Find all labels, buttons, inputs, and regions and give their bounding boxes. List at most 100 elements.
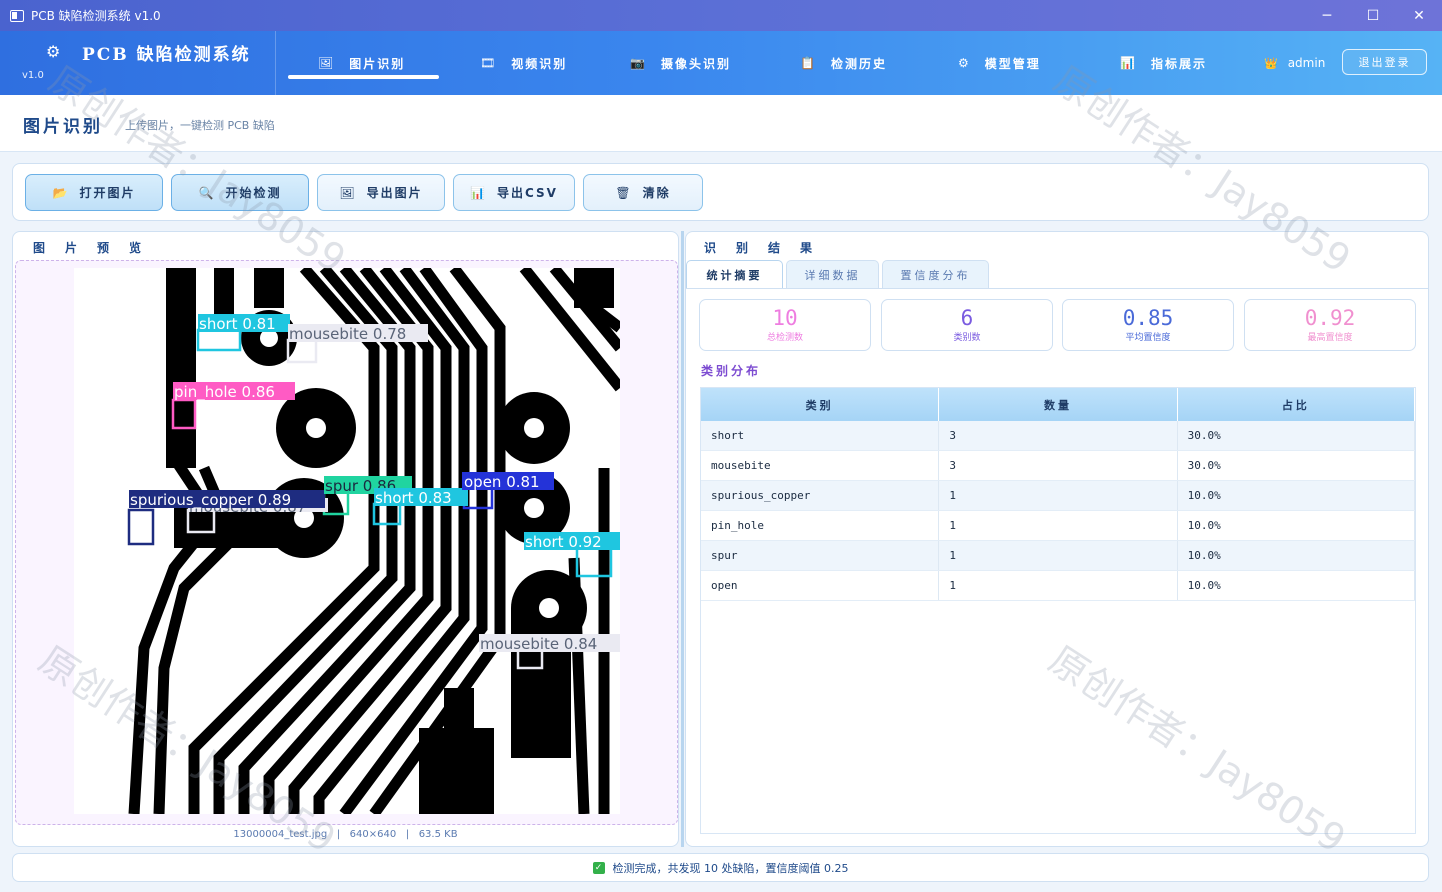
table-cell: 10.0% xyxy=(1178,571,1415,600)
detection-label: short 0.83 xyxy=(375,489,452,507)
column-header[interactable]: 数量 xyxy=(939,388,1178,421)
folder-icon: 📂 xyxy=(52,185,70,200)
maximize-button[interactable]: ☐ xyxy=(1350,0,1396,31)
column-header[interactable]: 类别 xyxy=(701,388,940,421)
minimize-button[interactable]: ─ xyxy=(1304,0,1350,31)
column-header[interactable]: 占比 xyxy=(1178,388,1415,421)
nav-image-recognition[interactable]: 🖼 图片识别 xyxy=(318,31,405,95)
stat-max-confidence: 0.92 最高置信度 xyxy=(1244,299,1416,351)
nav-camera-recognition[interactable]: 📷 摄像头识别 xyxy=(630,31,731,95)
window-title: PCB 缺陷检测系统 v1.0 xyxy=(31,9,161,23)
image-export-icon: 🖼 xyxy=(339,185,357,200)
nav-label: 检测历史 xyxy=(830,56,887,71)
table-cell: 10.0% xyxy=(1178,541,1415,570)
status-text: 检测完成，共发现 10 处缺陷，置信度阈值 0.25 xyxy=(612,861,849,875)
table-row[interactable]: spur 1 10.0% xyxy=(701,541,1415,571)
version-label: v1.0 xyxy=(22,70,44,81)
stat-label: 最高置信度 xyxy=(1307,333,1353,343)
nav-label: 指标展示 xyxy=(1150,56,1207,71)
table-cell: 30.0% xyxy=(1178,421,1415,450)
results-tabs: 统计摘要 详细数据 置信度分布 xyxy=(686,259,1428,289)
table-cell: mousebite xyxy=(701,451,940,480)
table-row[interactable]: mousebite 3 30.0% xyxy=(701,451,1415,481)
button-label: 导出图片 xyxy=(366,186,423,200)
nav-video-recognition[interactable]: 🎞 视频识别 xyxy=(480,31,567,95)
table-cell: spurious_copper xyxy=(701,481,940,510)
brand-name: PCB 缺陷检测系统 xyxy=(82,45,251,65)
info-separator: | xyxy=(330,829,347,840)
check-icon: ✓ xyxy=(592,861,605,874)
stat-value: 10 xyxy=(772,306,798,330)
table-row[interactable]: spurious_copper 1 10.0% xyxy=(701,481,1415,511)
nav-label: 图片识别 xyxy=(349,56,406,71)
tab-confidence[interactable]: 置信度分布 xyxy=(882,260,989,288)
page-header: 图片识别 上传图片，一键检测 PCB 缺陷 xyxy=(0,95,1442,152)
image-info: 13000004_test.jpg | 640×640 | 63.5 KB xyxy=(13,829,678,840)
history-icon: 📋 xyxy=(800,56,817,70)
window-titlebar: PCB 缺陷检测系统 v1.0 ─ ☐ ✕ xyxy=(0,0,1442,31)
image-preview-area[interactable]: short 0.81 mousebite 0.78 pin_hole 0.86 … xyxy=(15,260,678,825)
export-image-button[interactable]: 🖼 导出图片 xyxy=(317,174,445,211)
user-crown-icon: 👑 xyxy=(1264,56,1278,70)
table-body: short 3 30.0% mousebite 3 30.0% spurious… xyxy=(701,421,1415,601)
nav-label: 视频识别 xyxy=(511,56,568,71)
table-cell: 10.0% xyxy=(1178,481,1415,510)
table-cell: pin_hole xyxy=(701,511,940,540)
stat-total: 10 总检测数 xyxy=(699,299,871,351)
table-cell: 3 xyxy=(939,421,1178,450)
pcb-detection-image: short 0.81 mousebite 0.78 pin_hole 0.86 … xyxy=(74,268,620,814)
close-button[interactable]: ✕ xyxy=(1396,0,1442,31)
button-label: 清除 xyxy=(642,186,671,200)
detection-label: short 0.81 xyxy=(199,315,276,333)
brand: ⚙ PCB 缺陷检测系统 v1.0 xyxy=(0,31,276,95)
splitter-handle[interactable] xyxy=(681,231,684,847)
open-image-button[interactable]: 📂 打开图片 xyxy=(25,174,163,211)
status-bar: ✓ 检测完成，共发现 10 处缺陷，置信度阈值 0.25 xyxy=(12,853,1429,882)
start-detect-button[interactable]: 🔍 开始检测 xyxy=(171,174,309,211)
file-name: 13000004_test.jpg xyxy=(233,829,328,840)
stat-value: 0.85 xyxy=(1122,306,1174,330)
export-csv-button[interactable]: 📊 导出CSV xyxy=(453,174,575,211)
page-subtitle: 上传图片，一键检测 PCB 缺陷 xyxy=(125,119,275,132)
table-cell: 30.0% xyxy=(1178,451,1415,480)
app-icon xyxy=(10,9,24,22)
table-cell: 1 xyxy=(939,481,1178,510)
image-preview-panel: 图片预览 short 0.81 mousebite 0.78 pin_hole … xyxy=(12,231,679,847)
logout-button[interactable]: 退出登录 xyxy=(1342,49,1427,75)
trash-icon: 🗑 xyxy=(615,185,633,200)
clear-button[interactable]: 🗑 清除 xyxy=(583,174,703,211)
nav-label: 摄像头识别 xyxy=(660,56,731,71)
detection-label: open 0.81 xyxy=(464,473,540,491)
detection-label: short 0.92 xyxy=(525,533,602,551)
image-icon: 🖼 xyxy=(318,56,336,70)
camera-icon: 📷 xyxy=(630,56,647,70)
detection-label: mousebite 0.84 xyxy=(480,635,597,653)
stat-avg-confidence: 0.85 平均置信度 xyxy=(1062,299,1234,351)
nav-label: 模型管理 xyxy=(984,56,1041,71)
nav-detection-history[interactable]: 📋 检测历史 xyxy=(800,31,887,95)
stat-label: 类别数 xyxy=(953,333,981,343)
panel-title: 识别结果 xyxy=(704,241,833,255)
button-label: 开始检测 xyxy=(225,186,282,200)
table-cell: 1 xyxy=(939,541,1178,570)
username: admin xyxy=(1287,56,1326,70)
table-row[interactable]: short 3 30.0% xyxy=(701,421,1415,451)
image-resolution: 640×640 xyxy=(349,829,397,840)
table-row[interactable]: open 1 10.0% xyxy=(701,571,1415,601)
nav-model-management[interactable]: ⚙ 模型管理 xyxy=(958,31,1041,95)
table-header: 类别 数量 占比 xyxy=(701,388,1415,421)
pcb-image: short 0.81 mousebite 0.78 pin_hole 0.86 … xyxy=(74,268,620,814)
panel-title: 图片预览 xyxy=(33,241,162,255)
video-icon: 🎞 xyxy=(480,56,498,70)
section-title: 类别分布 xyxy=(701,364,762,378)
table-row[interactable]: pin_hole 1 10.0% xyxy=(701,511,1415,541)
chip-logo-icon: ⚙ xyxy=(46,42,61,61)
tab-details[interactable]: 详细数据 xyxy=(786,260,879,288)
detection-label: mousebite 0.78 xyxy=(289,325,406,343)
class-distribution-table: 类别 数量 占比 short 3 30.0% mousebite 3 30.0%… xyxy=(700,387,1416,834)
nav-metrics[interactable]: 📊 指标展示 xyxy=(1120,31,1207,95)
tab-summary[interactable]: 统计摘要 xyxy=(686,260,783,288)
csv-icon: 📊 xyxy=(470,185,487,200)
stat-label: 平均置信度 xyxy=(1125,333,1171,343)
table-cell: 1 xyxy=(939,511,1178,540)
